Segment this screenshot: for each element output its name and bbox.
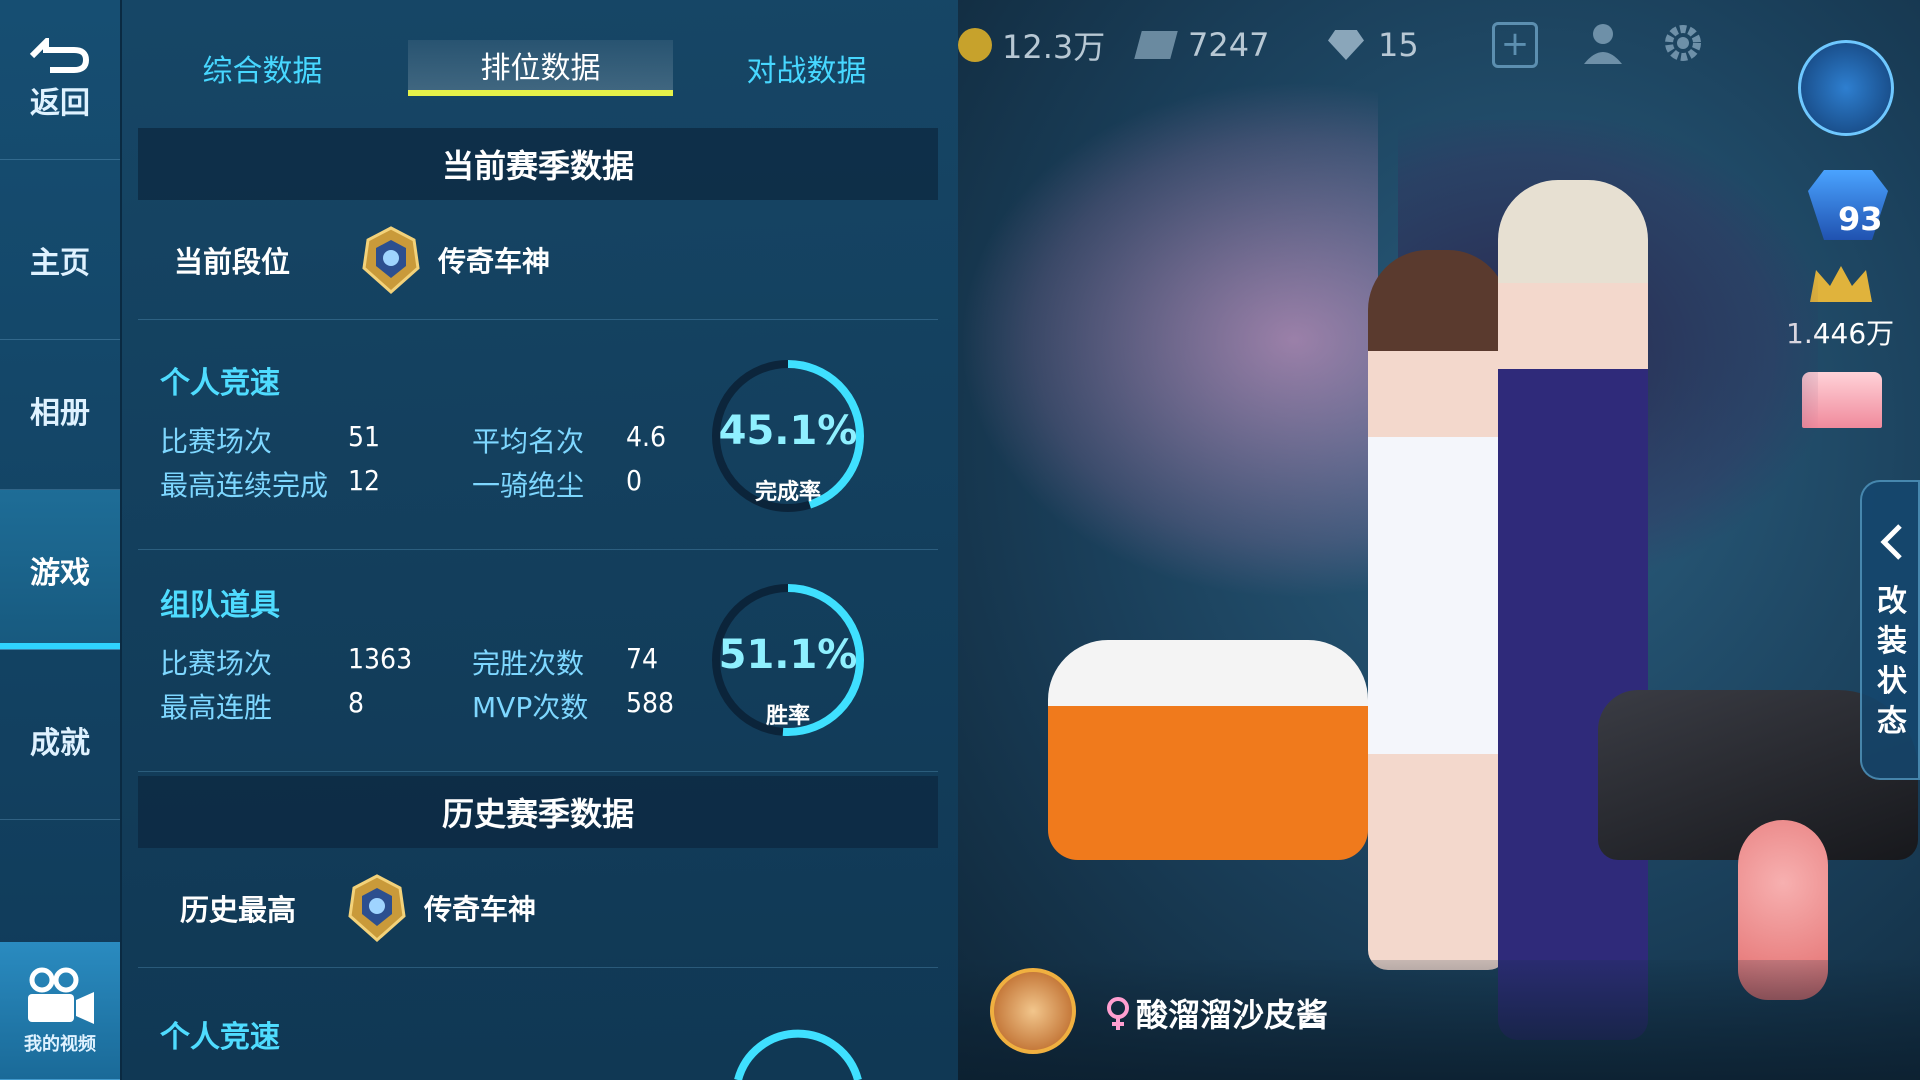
rank-badge-icon (362, 225, 420, 294)
team-mvp-label: MVP次数 (472, 691, 589, 724)
solo-race-block: 个人竞速 比赛场次 51 平均名次 4.6 最高连续完成 12 一骑绝尘 0 4… (138, 330, 938, 550)
history-rank-name: 传奇车神 (424, 892, 537, 926)
level-value: 93 (1838, 200, 1883, 238)
win-rate-ring: 51.1% 胜率 (708, 580, 868, 740)
nav-item-album[interactable]: 相册 (0, 330, 120, 490)
settings-gear-icon[interactable] (1658, 18, 1708, 68)
card-value: 7247 (1188, 26, 1270, 64)
my-video-button[interactable]: 我的视频 (0, 942, 120, 1080)
team-perfect-value: 74 (626, 642, 659, 675)
back-label: 返回 (30, 85, 90, 121)
chevron-left-icon (1880, 524, 1902, 560)
character-scene: 12.3万 7247 15 + 93 1.446万 酸溜溜沙皮酱 改装状态 (958, 0, 1920, 1080)
nav-item-achievements[interactable]: 成就 (0, 660, 120, 820)
solo-wins-label: 一骑绝尘 (472, 469, 585, 502)
female-gender-icon (1107, 997, 1129, 1030)
completion-rate-value: 45.1% (718, 408, 858, 454)
completion-rate-ring: 45.1% 完成率 (708, 356, 868, 516)
team-item-title: 组队道具 (160, 588, 280, 623)
solo-streak-label: 最高连续完成 (160, 469, 329, 502)
team-streak-value: 8 (348, 686, 365, 719)
male-character (1498, 180, 1648, 1040)
solo-avg-rank-label: 平均名次 (472, 425, 585, 458)
nav-item-home[interactable]: 主页 (0, 180, 120, 340)
win-rate-value: 51.1% (718, 632, 858, 678)
left-nav: 返回 主页 相册 游戏 成就 我的视频 (0, 0, 122, 1080)
current-rank-name: 传奇车神 (438, 244, 551, 278)
history-solo-title: 个人竞速 (160, 1020, 280, 1055)
tab-overall[interactable]: 综合数据 (130, 40, 395, 96)
coin-counter: 12.3万 (958, 20, 1105, 70)
gem-value: 15 (1378, 26, 1419, 64)
gem-icon (1328, 30, 1364, 60)
team-streak-label: 最高连胜 (160, 691, 273, 724)
solo-matches-value: 51 (348, 420, 381, 453)
video-camera-icon (28, 967, 94, 1024)
solo-streak-value: 12 (348, 464, 381, 497)
my-video-label: 我的视频 (24, 1033, 96, 1055)
add-currency-button[interactable]: + (1492, 22, 1538, 68)
solo-race-title: 个人竞速 (160, 366, 280, 401)
player-name: 酸溜溜沙皮酱 (1136, 996, 1329, 1034)
orange-car (1048, 640, 1368, 860)
gem-counter: 15 (1328, 20, 1419, 70)
stats-panel: 综合数据 排位数据 对战数据 当前赛季数据 当前段位 传奇车神 个人竞速 比赛场… (122, 0, 958, 1080)
history-rank-row: 历史最高 传奇车神 (138, 848, 938, 968)
current-rank-label: 当前段位 (174, 244, 291, 279)
nav-item-game[interactable]: 游戏 (0, 490, 120, 650)
solo-matches-label: 比赛场次 (160, 425, 273, 458)
modification-status-label: 改装状态 (1877, 584, 1907, 739)
female-character (1368, 250, 1508, 970)
completion-rate-label: 完成率 (754, 480, 821, 505)
player-avatar[interactable] (990, 968, 1076, 1054)
pink-wings (958, 80, 1378, 600)
team-perfect-label: 完胜次数 (472, 647, 585, 680)
team-mvp-value: 588 (626, 686, 675, 719)
current-season-header: 当前赛季数据 (138, 128, 938, 200)
back-arrow-icon (29, 37, 90, 73)
solo-avg-rank-value: 4.6 (626, 420, 667, 453)
history-solo-block: 个人竞速 (138, 976, 938, 1080)
history-rank-badge-icon (348, 873, 406, 942)
team-item-block: 组队道具 比赛场次 1363 完胜次数 74 最高连胜 8 MVP次数 588 … (138, 552, 938, 772)
current-rank-row: 当前段位 传奇车神 (138, 200, 938, 320)
friend-icon[interactable] (1578, 18, 1628, 68)
history-rank-label: 历史最高 (180, 892, 297, 927)
card-counter: 7247 (1134, 20, 1270, 70)
history-rate-ring (734, 1029, 862, 1080)
team-matches-value: 1363 (348, 642, 413, 675)
coin-value: 12.3万 (1002, 28, 1106, 66)
bottom-bar (958, 960, 1920, 1080)
tab-battle[interactable]: 对战数据 (674, 40, 939, 96)
solo-wins-value: 0 (626, 464, 643, 497)
modification-status-tab[interactable]: 改装状态 (1860, 480, 1920, 780)
team-matches-label: 比赛场次 (160, 647, 273, 680)
history-season-header: 历史赛季数据 (138, 776, 938, 848)
back-button[interactable]: 返回 (0, 0, 120, 160)
card-icon (1134, 31, 1178, 59)
win-rate-label: 胜率 (765, 704, 810, 729)
coin-icon (958, 28, 992, 62)
tab-ranked[interactable]: 排位数据 (408, 40, 673, 96)
